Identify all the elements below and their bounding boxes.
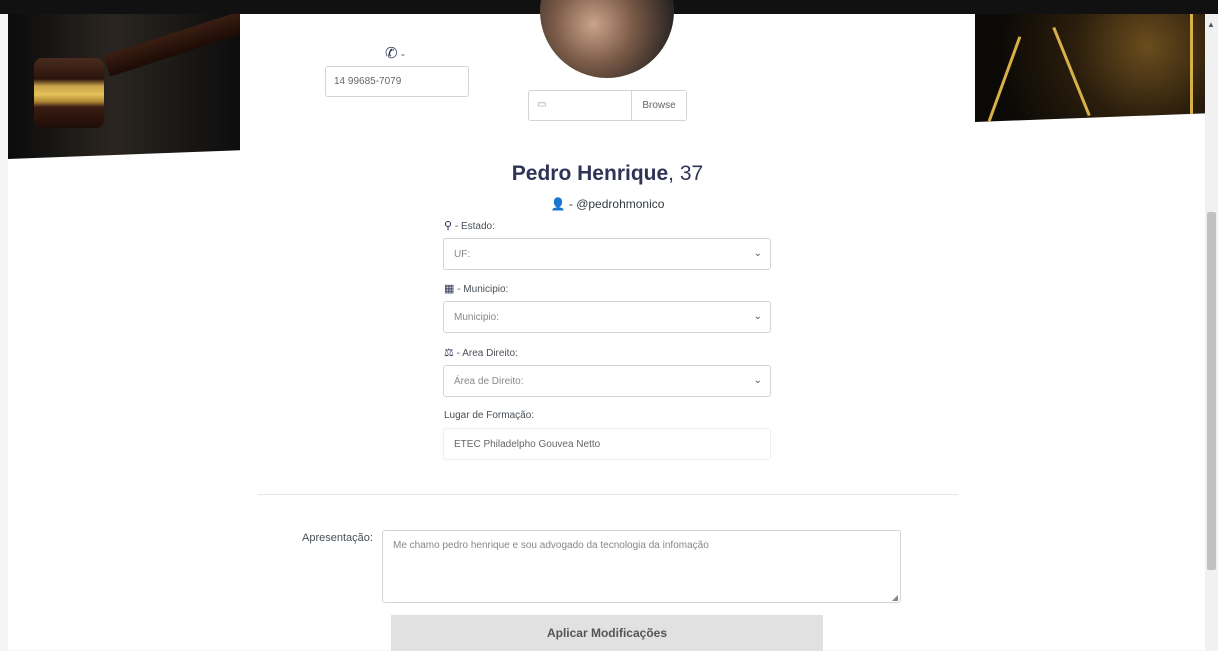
formacao-label: Lugar de Formação:	[444, 410, 535, 421]
chevron-down-icon: ⌄	[753, 311, 762, 322]
right-banner-image	[975, 14, 1205, 122]
left-banner-image	[8, 14, 240, 159]
profile-card: ✆ - 14 99685-7079 ▭ Browse Pedro Henriqu…	[240, 0, 975, 651]
phone-icon: ✆	[385, 45, 398, 62]
area-label: ⚖ - Area Direito:	[444, 346, 518, 359]
estado-label-text: - Estado:	[454, 221, 495, 232]
chevron-down-icon: ⌄	[753, 375, 762, 386]
municipio-select[interactable]: Municipio: ⌄	[443, 301, 771, 333]
map-marker-icon: ⚲	[444, 220, 453, 232]
map-icon: ▦	[444, 283, 455, 295]
user-icon: 👤	[550, 197, 566, 211]
phone-input[interactable]: 14 99685-7079	[325, 66, 469, 97]
avatar-file-input[interactable]: ▭ Browse	[528, 90, 687, 121]
estado-selected: UF:	[454, 249, 471, 260]
gavel-handle	[103, 14, 240, 77]
profile-age: , 37	[668, 162, 704, 185]
area-label-text: - Area Direito:	[456, 348, 518, 359]
apresentacao-textarea[interactable]: Me chamo pedro henrique e sou advogado d…	[382, 530, 901, 603]
image-icon: ▭	[537, 99, 547, 110]
browse-button[interactable]: Browse	[631, 91, 686, 120]
scale-line	[987, 36, 1022, 122]
apresentacao-label: Apresentação:	[302, 532, 373, 544]
divider	[258, 494, 958, 495]
username-text: - @pedrohmonico	[568, 197, 665, 211]
scroll-thumb[interactable]	[1207, 212, 1216, 570]
profile-name: Pedro Henrique, 37	[240, 162, 975, 186]
apresentacao-text: Me chamo pedro henrique e sou advogado d…	[393, 540, 709, 551]
phone-label: ✆ -	[385, 44, 405, 62]
area-selected: Área de Direito:	[454, 376, 524, 387]
profile-username: 👤 - @pedrohmonico	[240, 197, 975, 211]
municipio-label: ▦ - Municipio:	[444, 282, 508, 295]
profile-name-text: Pedro Henrique	[511, 162, 669, 185]
estado-label: ⚲ - Estado:	[444, 219, 495, 232]
scale-line	[1190, 14, 1193, 114]
gavel-head	[34, 58, 104, 128]
scroll-up-icon[interactable]: ▲	[1207, 20, 1215, 29]
balance-scale-icon: ⚖	[444, 347, 454, 359]
avatar	[540, 0, 674, 78]
municipio-selected: Municipio:	[454, 312, 500, 323]
area-select[interactable]: Área de Direito: ⌄	[443, 365, 771, 397]
resize-grip-icon[interactable]: ◢	[892, 593, 898, 602]
scale-line	[1052, 26, 1091, 117]
scrollbar[interactable]: ▲	[1205, 14, 1218, 650]
estado-select[interactable]: UF: ⌄	[443, 238, 771, 270]
formacao-input[interactable]: ETEC Philadelpho Gouvea Netto	[443, 428, 771, 460]
municipio-label-text: - Municipio:	[457, 284, 509, 295]
chevron-down-icon: ⌄	[753, 248, 762, 259]
apply-changes-button[interactable]: Aplicar Modificações	[391, 615, 823, 651]
phone-label-text: -	[400, 47, 405, 61]
